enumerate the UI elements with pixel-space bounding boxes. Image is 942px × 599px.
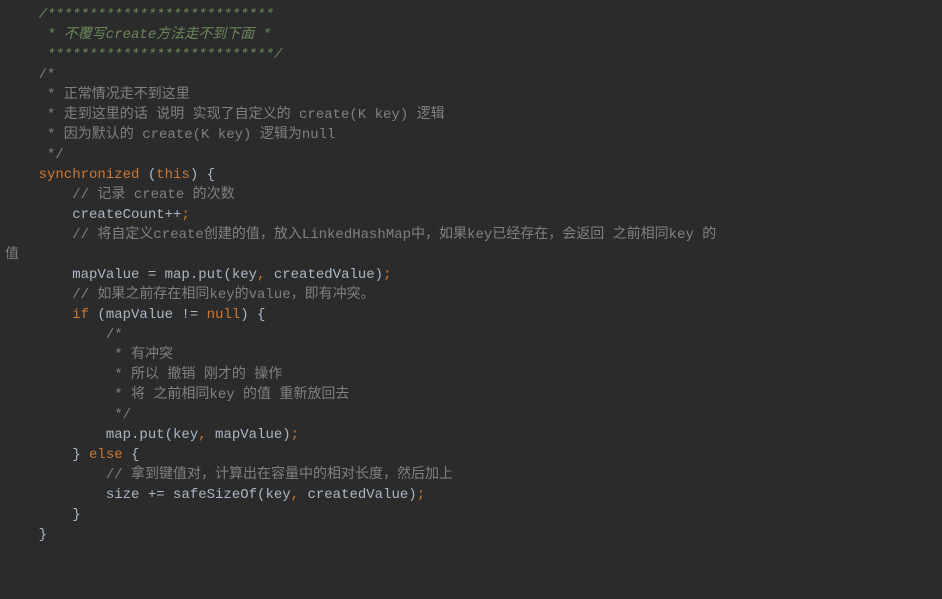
- paren: (: [139, 167, 156, 183]
- code-line: 值: [0, 245, 942, 265]
- line-comment: // 拿到键值对，计算出在容量中的相对长度，然后加上: [5, 467, 453, 483]
- code-line: /***************************: [0, 5, 942, 25]
- block-comment: * 所以 撤销 刚才的 操作: [5, 367, 282, 383]
- line-comment: // 记录 create 的次数: [5, 187, 235, 203]
- keyword-else: else: [89, 447, 123, 463]
- block-comment: */: [5, 407, 131, 423]
- block-comment: * 因为默认的 create(K key) 逻辑为null: [5, 127, 335, 143]
- doc-comment: /***************************: [5, 7, 274, 23]
- block-comment: * 有冲突: [5, 347, 173, 363]
- code-line: ***************************/: [0, 45, 942, 65]
- code-line: mapValue = map.put(key, createdValue);: [0, 265, 942, 285]
- expr: (mapValue !=: [89, 307, 207, 323]
- semicolon: ;: [181, 207, 189, 223]
- brace: }: [5, 527, 47, 543]
- block-comment: /*: [5, 327, 123, 343]
- comma: ,: [198, 427, 206, 443]
- code-line: */: [0, 145, 942, 165]
- block-comment: * 走到这里的话 说明 实现了自定义的 create(K key) 逻辑: [5, 107, 445, 123]
- code-line: * 将 之前相同key 的值 重新放回去: [0, 385, 942, 405]
- brace: }: [5, 507, 81, 523]
- doc-comment: * 不覆写create方法走不到下面 *: [5, 27, 271, 43]
- brace: }: [5, 447, 89, 463]
- line-comment: // 将自定义create创建的值，放入LinkedHashMap中，如果key…: [5, 227, 716, 243]
- code-line: * 有冲突: [0, 345, 942, 365]
- code-line: // 将自定义create创建的值，放入LinkedHashMap中，如果key…: [0, 225, 942, 245]
- keyword-this: this: [156, 167, 190, 183]
- code-line: /*: [0, 325, 942, 345]
- code-line: size += safeSizeOf(key, createdValue);: [0, 485, 942, 505]
- code-line: * 不覆写create方法走不到下面 *: [0, 25, 942, 45]
- semicolon: ;: [417, 487, 425, 503]
- code-line: */: [0, 405, 942, 425]
- comma: ,: [291, 487, 299, 503]
- code-line: * 所以 撤销 刚才的 操作: [0, 365, 942, 385]
- paren: ) {: [190, 167, 215, 183]
- line-comment: // 如果之前存在相同key的value，即有冲突。: [5, 287, 375, 303]
- statement: createCount++: [5, 207, 181, 223]
- code-line: } else {: [0, 445, 942, 465]
- code-line: * 因为默认的 create(K key) 逻辑为null: [0, 125, 942, 145]
- code-line: // 记录 create 的次数: [0, 185, 942, 205]
- code-line: // 如果之前存在相同key的value，即有冲突。: [0, 285, 942, 305]
- block-comment: /*: [5, 67, 55, 83]
- keyword-null: null: [207, 307, 241, 323]
- code-editor[interactable]: /*************************** * 不覆写create…: [0, 0, 942, 545]
- statement: size += safeSizeOf(key: [5, 487, 291, 503]
- statement: mapValue = map.put(key: [5, 267, 257, 283]
- doc-comment: ***************************/: [5, 47, 282, 63]
- line-comment: 值: [5, 247, 19, 263]
- code-line: createCount++;: [0, 205, 942, 225]
- semicolon: ;: [291, 427, 299, 443]
- block-comment: * 正常情况走不到这里: [5, 87, 190, 103]
- brace: ) {: [240, 307, 265, 323]
- code-line: // 拿到键值对，计算出在容量中的相对长度，然后加上: [0, 465, 942, 485]
- keyword-synchronized: synchronized: [5, 167, 139, 183]
- brace: {: [123, 447, 140, 463]
- block-comment: */: [5, 147, 64, 163]
- keyword-if: if: [5, 307, 89, 323]
- code-line: }: [0, 505, 942, 525]
- code-line: }: [0, 525, 942, 545]
- code-line: /*: [0, 65, 942, 85]
- statement: map.put(key: [5, 427, 198, 443]
- statement: createdValue): [299, 487, 417, 503]
- code-line: map.put(key, mapValue);: [0, 425, 942, 445]
- block-comment: * 将 之前相同key 的值 重新放回去: [5, 387, 349, 403]
- statement: createdValue): [265, 267, 383, 283]
- code-line: if (mapValue != null) {: [0, 305, 942, 325]
- code-line: * 正常情况走不到这里: [0, 85, 942, 105]
- semicolon: ;: [383, 267, 391, 283]
- code-line: synchronized (this) {: [0, 165, 942, 185]
- code-line: * 走到这里的话 说明 实现了自定义的 create(K key) 逻辑: [0, 105, 942, 125]
- statement: mapValue): [207, 427, 291, 443]
